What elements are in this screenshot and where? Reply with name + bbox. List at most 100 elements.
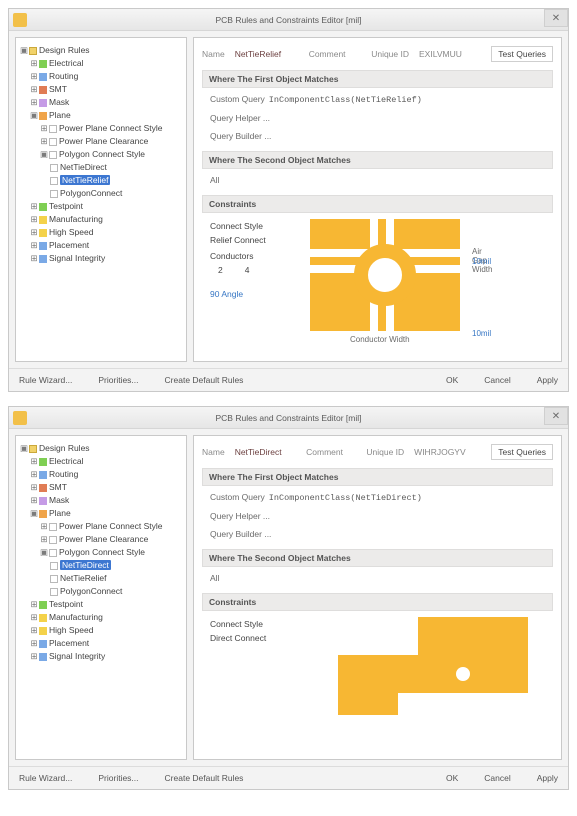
tree-electrical[interactable]: Electrical (49, 58, 83, 68)
create-default-rules-button[interactable]: Create Default Rules (165, 773, 244, 783)
connect-style-value[interactable]: Relief Connect (210, 233, 302, 247)
priorities-button[interactable]: Priorities... (98, 773, 138, 783)
custom-query-value[interactable]: InComponentClass(NetTieDirect) (269, 493, 422, 503)
custom-query-value[interactable]: InComponentClass(NetTieRelief) (269, 95, 422, 105)
rules-editor-window-direct: PCB Rules and Constraints Editor [mil] ?… (8, 406, 569, 790)
tree-placement[interactable]: Placement (49, 240, 89, 250)
cancel-button[interactable]: Cancel (484, 773, 510, 783)
tree-polygonconnect[interactable]: PolygonConnect (60, 586, 122, 596)
tree-nettiedirect[interactable]: NetTieDirect (60, 162, 107, 172)
tree-ppcs[interactable]: Power Plane Connect Style (59, 123, 162, 133)
priorities-button[interactable]: Priorities... (98, 375, 138, 385)
ok-button[interactable]: OK (446, 375, 458, 385)
conductors-label: Conductors (210, 249, 302, 263)
tree-highspeed[interactable]: High Speed (49, 625, 93, 635)
tree-nettiedirect-selected[interactable]: NetTieDirect (60, 560, 111, 570)
tree-routing[interactable]: Routing (49, 71, 78, 81)
scope-all[interactable]: All (210, 175, 219, 185)
connect-style-value[interactable]: Direct Connect (210, 631, 302, 645)
test-queries-button[interactable]: Test Queries (491, 444, 553, 460)
tree-mask[interactable]: Mask (49, 495, 69, 505)
tree-highspeed[interactable]: High Speed (49, 227, 93, 237)
section-where-second: Where The Second Object Matches (202, 549, 553, 567)
tree-electrical[interactable]: Electrical (49, 456, 83, 466)
create-default-rules-button[interactable]: Create Default Rules (165, 375, 244, 385)
close-icon[interactable]: ✕ (544, 9, 568, 27)
tree-placement[interactable]: Placement (49, 638, 89, 648)
tree-nettierelief-selected[interactable]: NetTieRelief (60, 175, 110, 185)
tree-pcs[interactable]: Polygon Connect Style (59, 547, 145, 557)
tree-pcs[interactable]: Polygon Connect Style (59, 149, 145, 159)
tree-nettierelief[interactable]: NetTieRelief (60, 573, 106, 583)
rule-wizard-button[interactable]: Rule Wizard... (19, 773, 72, 783)
tree-plane[interactable]: Plane (49, 110, 71, 120)
rules-tree[interactable]: ▣Design Rules ⊞Electrical ⊞Routing ⊞SMT … (15, 37, 187, 362)
query-builder-button[interactable]: Query Builder ... (210, 529, 551, 539)
tree-smt[interactable]: SMT (49, 84, 67, 94)
window-title: PCB Rules and Constraints Editor [mil] (33, 15, 544, 25)
connect-style-label: Connect Style (210, 617, 302, 631)
tree-polygonconnect[interactable]: PolygonConnect (60, 188, 122, 198)
section-where-first: Where The First Object Matches (202, 70, 553, 88)
tree-manufacturing[interactable]: Manufacturing (49, 612, 103, 622)
rule-properties-panel: Name NetTieRelief Comment Unique ID EXIL… (193, 37, 562, 362)
condwidth-value[interactable]: 10mil (472, 329, 491, 338)
uniqueid-label: Unique ID (371, 49, 409, 59)
tree-ppcs[interactable]: Power Plane Connect Style (59, 521, 162, 531)
apply-button[interactable]: Apply (537, 773, 558, 783)
tree-testpoint[interactable]: Testpoint (49, 201, 83, 211)
rule-name-field[interactable]: NetTieRelief (235, 49, 281, 59)
comment-label: Comment (306, 447, 343, 457)
query-helper-button[interactable]: Query Helper ... (210, 113, 551, 123)
cancel-button[interactable]: Cancel (484, 375, 510, 385)
section-where-second: Where The Second Object Matches (202, 151, 553, 169)
rules-editor-window-relief: PCB Rules and Constraints Editor [mil] ?… (8, 8, 569, 392)
uniqueid-value: EXILVMUU (419, 49, 462, 59)
test-queries-button[interactable]: Test Queries (491, 46, 553, 62)
query-helper-button[interactable]: Query Helper ... (210, 511, 551, 521)
tree-root[interactable]: Design Rules (39, 45, 90, 55)
custom-query-label[interactable]: Custom Query (210, 492, 265, 502)
name-label: Name (202, 49, 225, 59)
app-icon (13, 13, 27, 27)
direct-connect-diagram (338, 617, 528, 717)
dialog-footer: Rule Wizard... Priorities... Create Defa… (9, 766, 568, 789)
rules-tree[interactable]: ▣Design Rules ⊞Electrical ⊞Routing ⊞SMT … (15, 435, 187, 760)
tree-ppcl[interactable]: Power Plane Clearance (59, 534, 148, 544)
section-constraints: Constraints (202, 195, 553, 213)
rule-properties-panel: Name NetTieDirect Comment Unique ID WIHR… (193, 435, 562, 760)
apply-button[interactable]: Apply (537, 375, 558, 385)
tree-smt[interactable]: SMT (49, 482, 67, 492)
titlebar[interactable]: PCB Rules and Constraints Editor [mil] ?… (9, 9, 568, 31)
angle-value[interactable]: 90 Angle (210, 287, 302, 301)
collapse-icon[interactable]: ▣ (20, 44, 28, 57)
tree-testpoint[interactable]: Testpoint (49, 599, 83, 609)
tree-plane[interactable]: Plane (49, 508, 71, 518)
tree-signal[interactable]: Signal Integrity (49, 651, 105, 661)
section-where-first: Where The First Object Matches (202, 468, 553, 486)
condwidth-label: Conductor Width (350, 335, 410, 344)
uniqueid-value: WIHRJOGYV (414, 447, 465, 457)
ok-button[interactable]: OK (446, 773, 458, 783)
rule-wizard-button[interactable]: Rule Wizard... (19, 375, 72, 385)
tree-signal[interactable]: Signal Integrity (49, 253, 105, 263)
tree-ppcl[interactable]: Power Plane Clearance (59, 136, 148, 146)
tree-root[interactable]: Design Rules (39, 443, 90, 453)
airgap-value[interactable]: 10mil (472, 257, 491, 266)
tree-manufacturing[interactable]: Manufacturing (49, 214, 103, 224)
app-icon (13, 411, 27, 425)
tree-mask[interactable]: Mask (49, 97, 69, 107)
titlebar[interactable]: PCB Rules and Constraints Editor [mil] ?… (9, 407, 568, 429)
query-builder-button[interactable]: Query Builder ... (210, 131, 551, 141)
scope-all[interactable]: All (210, 573, 219, 583)
rule-name-field[interactable]: NetTieDirect (235, 447, 282, 457)
tree-routing[interactable]: Routing (49, 469, 78, 479)
close-icon[interactable]: ✕ (544, 407, 568, 425)
conductors-option-4[interactable]: 4 (245, 263, 250, 277)
custom-query-label[interactable]: Custom Query (210, 94, 265, 104)
name-label: Name (202, 447, 225, 457)
section-constraints: Constraints (202, 593, 553, 611)
conductors-option-2[interactable]: 2 (218, 263, 223, 277)
window-title: PCB Rules and Constraints Editor [mil] (33, 413, 544, 423)
dialog-footer: Rule Wizard... Priorities... Create Defa… (9, 368, 568, 391)
